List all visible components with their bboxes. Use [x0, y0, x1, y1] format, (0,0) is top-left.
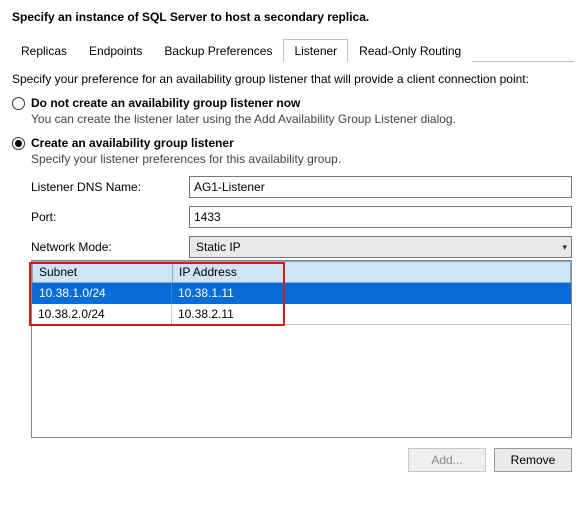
chevron-down-icon: ▾ — [562, 242, 567, 253]
tab-replicas[interactable]: Replicas — [10, 39, 78, 62]
tab-listener[interactable]: Listener — [283, 39, 348, 62]
port-label: Port: — [31, 210, 185, 224]
table-row[interactable]: 10.38.2.0/24 10.38.2.11 — [32, 304, 571, 325]
table-row[interactable]: 10.38.1.0/24 10.38.1.11 — [32, 283, 571, 304]
subnet-grid[interactable]: Subnet IP Address 10.38.1.0/24 10.38.1.1… — [31, 260, 572, 438]
radio-do-not-create[interactable]: Do not create an availability group list… — [12, 96, 572, 110]
ip-cell: 10.38.2.11 — [172, 304, 571, 325]
port-input[interactable] — [189, 206, 572, 228]
tab-read-only-routing[interactable]: Read-Only Routing — [348, 39, 472, 62]
ip-cell: 10.38.1.11 — [172, 283, 571, 304]
ip-header[interactable]: IP Address — [172, 261, 571, 283]
network-mode-value: Static IP — [196, 240, 241, 254]
tab-endpoints[interactable]: Endpoints — [78, 39, 153, 62]
dns-name-label: Listener DNS Name: — [31, 180, 185, 194]
tab-listener-panel: Specify your preference for an availabil… — [10, 62, 574, 478]
radio-create-listener-button[interactable] — [12, 137, 25, 150]
radio-create-listener-label: Create an availability group listener — [31, 136, 234, 150]
page-title: Specify an instance of SQL Server to hos… — [12, 10, 574, 24]
subnet-cell: 10.38.2.0/24 — [32, 304, 172, 325]
network-mode-label: Network Mode: — [31, 240, 185, 254]
radio-do-not-create-button[interactable] — [12, 97, 25, 110]
add-button: Add... — [408, 448, 486, 472]
tab-backup-preferences[interactable]: Backup Preferences — [153, 39, 283, 62]
radio-create-listener[interactable]: Create an availability group listener — [12, 136, 572, 150]
radio-do-not-create-label: Do not create an availability group list… — [31, 96, 300, 110]
network-mode-select[interactable]: Static IP ▾ — [189, 236, 572, 258]
radio-do-not-create-sub: You can create the listener later using … — [31, 112, 572, 126]
dns-name-input[interactable] — [189, 176, 572, 198]
tab-strip: Replicas Endpoints Backup Preferences Li… — [10, 38, 574, 62]
listener-intro-text: Specify your preference for an availabil… — [12, 72, 572, 86]
remove-button[interactable]: Remove — [494, 448, 572, 472]
subnet-header[interactable]: Subnet — [32, 261, 172, 283]
subnet-cell: 10.38.1.0/24 — [32, 283, 172, 304]
radio-create-listener-sub: Specify your listener preferences for th… — [31, 152, 572, 166]
